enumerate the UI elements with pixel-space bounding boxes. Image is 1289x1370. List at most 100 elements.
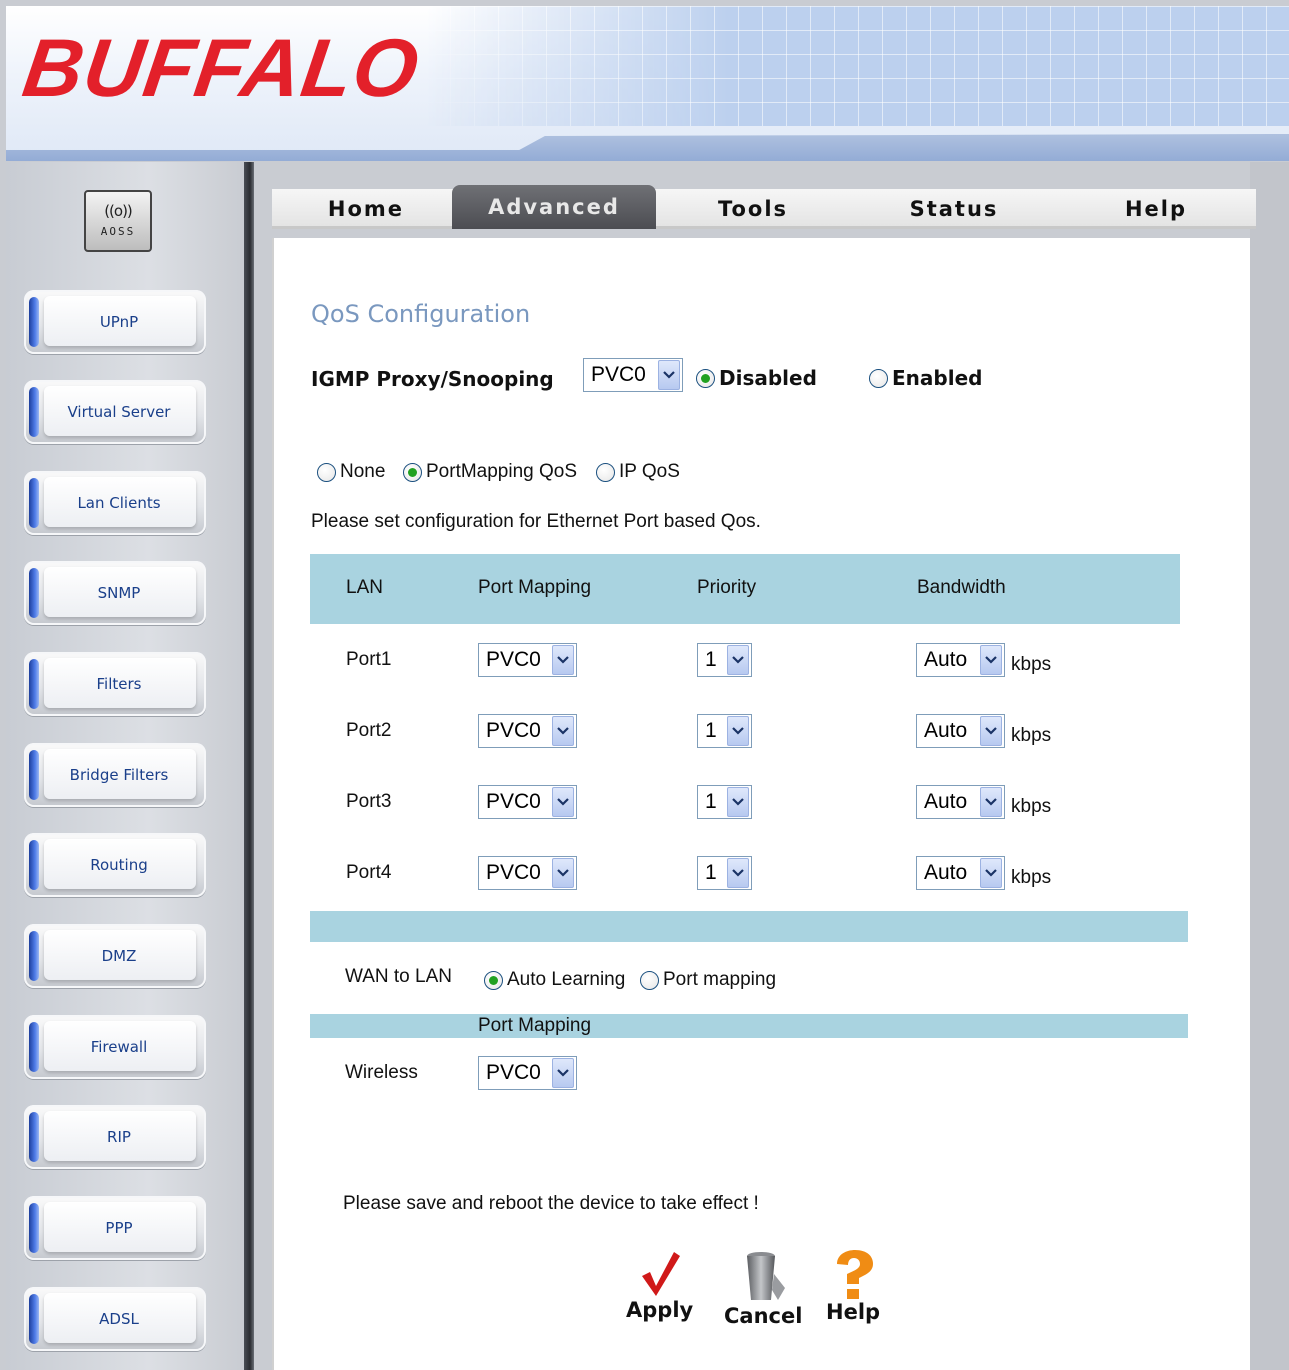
- sidebar-item-upnp[interactable]: UPnP: [24, 290, 206, 354]
- chevron-down-icon: [552, 858, 574, 888]
- radio-unchecked-icon: [869, 368, 888, 388]
- wireless-mapping-value: PVC0: [486, 1061, 541, 1084]
- row-port-label: Port4: [346, 862, 392, 883]
- priority-select[interactable]: 1: [697, 856, 752, 890]
- radio-checked-icon: [484, 970, 503, 990]
- sidebar-item-label: DMZ: [101, 947, 137, 965]
- bandwidth-select[interactable]: Auto: [916, 714, 1005, 748]
- port-mapping-value: PVC0: [486, 790, 541, 813]
- port-mapping-value: PVC0: [486, 861, 541, 884]
- priority-select[interactable]: 1: [697, 643, 752, 677]
- tab-tools[interactable]: Tools: [656, 189, 850, 229]
- port-mapping-select[interactable]: PVC0: [478, 856, 577, 890]
- qos-ip-label: IP QoS: [619, 461, 680, 482]
- priority-select[interactable]: 1: [697, 785, 752, 819]
- radio-checked-icon: [696, 368, 715, 388]
- reboot-note: Please save and reboot the device to tak…: [343, 1193, 759, 1214]
- tab-status[interactable]: Status: [856, 189, 1052, 229]
- tab-home[interactable]: Home: [280, 189, 452, 229]
- row-port-label: Port3: [346, 791, 392, 812]
- qos-none-radio[interactable]: None: [317, 461, 385, 483]
- bandwidth-unit: kbps: [1011, 867, 1052, 888]
- igmp-pvc-select[interactable]: PVC0: [583, 358, 683, 392]
- radio-unchecked-icon: [317, 462, 336, 482]
- chevron-down-icon: [658, 360, 680, 390]
- igmp-disabled-radio[interactable]: Disabled: [696, 366, 817, 390]
- bandwidth-value: Auto: [924, 790, 968, 813]
- chevron-down-icon: [552, 1058, 574, 1088]
- question-mark-icon: [837, 1250, 874, 1299]
- qos-portmapping-radio[interactable]: PortMapping QoS: [403, 461, 577, 483]
- igmp-disabled-label: Disabled: [719, 366, 817, 390]
- bandwidth-select[interactable]: Auto: [916, 785, 1005, 819]
- chevron-down-icon: [727, 716, 749, 746]
- col-header-port-mapping: Port Mapping: [478, 577, 592, 598]
- igmp-label: IGMP Proxy/Snooping: [311, 367, 554, 391]
- sidebar-item-label: Virtual Server: [67, 403, 171, 421]
- col-header-lan: LAN: [346, 577, 383, 598]
- bandwidth-unit: kbps: [1011, 654, 1052, 675]
- bandwidth-select[interactable]: Auto: [916, 643, 1005, 677]
- sidebar-item-lan-clients[interactable]: Lan Clients: [24, 471, 206, 535]
- port-mapping-select[interactable]: PVC0: [478, 643, 577, 677]
- wan-auto-learning-radio[interactable]: Auto Learning: [484, 969, 625, 991]
- cancel-button[interactable]: Cancel: [724, 1250, 802, 1328]
- wan-port-mapping-radio[interactable]: Port mapping: [640, 969, 776, 991]
- qos-none-label: None: [340, 461, 386, 482]
- chevron-down-icon: [727, 858, 749, 888]
- port-mapping-value: PVC0: [486, 648, 541, 671]
- bandwidth-value: Auto: [924, 648, 968, 671]
- sidebar-item-virtual-server[interactable]: Virtual Server: [24, 380, 206, 444]
- help-button[interactable]: Help: [826, 1250, 880, 1324]
- bandwidth-unit: kbps: [1011, 796, 1052, 817]
- priority-value: 1: [705, 719, 717, 742]
- bandwidth-select[interactable]: Auto: [916, 856, 1005, 890]
- chevron-down-icon: [980, 858, 1002, 888]
- sidebar-item-bridge-filters[interactable]: Bridge Filters: [24, 743, 206, 807]
- bandwidth-value: Auto: [924, 861, 968, 884]
- apply-button[interactable]: Apply: [626, 1250, 693, 1322]
- bandwidth-value: Auto: [924, 719, 968, 742]
- tab-help[interactable]: Help: [1058, 189, 1254, 229]
- igmp-enabled-radio[interactable]: Enabled: [869, 366, 982, 390]
- sidebar-item-ppp[interactable]: PPP: [24, 1196, 206, 1260]
- sidebar-item-label: Bridge Filters: [69, 766, 169, 784]
- priority-select[interactable]: 1: [697, 714, 752, 748]
- sidebar-item-adsl[interactable]: ADSL: [24, 1287, 206, 1351]
- buffalo-logo: BUFFALO: [17, 23, 425, 114]
- header-grid-decoration: [426, 6, 1289, 126]
- radio-checked-icon: [403, 462, 422, 482]
- sidebar-item-dmz[interactable]: DMZ: [24, 924, 206, 988]
- sidebar-item-label: PPP: [105, 1219, 133, 1237]
- aoss-label: AOSS: [100, 225, 136, 238]
- chevron-down-icon: [727, 787, 749, 817]
- sidebar-item-firewall[interactable]: Firewall: [24, 1015, 206, 1079]
- sidebar-item-rip[interactable]: RIP: [24, 1105, 206, 1169]
- port-mapping-select[interactable]: PVC0: [478, 714, 577, 748]
- priority-value: 1: [705, 648, 717, 671]
- igmp-enabled-label: Enabled: [892, 366, 983, 390]
- sidebar-item-label: SNMP: [97, 584, 141, 602]
- wireless-mapping-select[interactable]: PVC0: [478, 1056, 577, 1090]
- row-port-label: Port1: [346, 649, 392, 670]
- aoss-button[interactable]: ((o)) AOSS: [84, 190, 152, 252]
- chevron-down-icon: [552, 787, 574, 817]
- radio-unchecked-icon: [596, 462, 615, 482]
- sidebar-item-routing[interactable]: Routing: [24, 833, 206, 897]
- header-swoosh: [6, 134, 1289, 161]
- qos-ip-radio[interactable]: IP QoS: [596, 461, 680, 483]
- wan-port-mapping-label: Port mapping: [663, 969, 777, 990]
- sidebar-item-snmp[interactable]: SNMP: [24, 561, 206, 625]
- priority-value: 1: [705, 861, 717, 884]
- apply-label: Apply: [626, 1298, 694, 1322]
- cancel-label: Cancel: [724, 1304, 803, 1328]
- wireless-port-mapping-header: Port Mapping: [478, 1015, 592, 1036]
- wireless-label: Wireless: [345, 1062, 418, 1083]
- chevron-down-icon: [727, 645, 749, 675]
- wan-auto-learning-label: Auto Learning: [507, 969, 626, 990]
- sidebar-item-filters[interactable]: Filters: [24, 652, 206, 716]
- chevron-down-icon: [552, 645, 574, 675]
- tab-advanced[interactable]: Advanced: [452, 185, 656, 229]
- header-banner: BUFFALO: [6, 6, 1289, 161]
- port-mapping-select[interactable]: PVC0: [478, 785, 577, 819]
